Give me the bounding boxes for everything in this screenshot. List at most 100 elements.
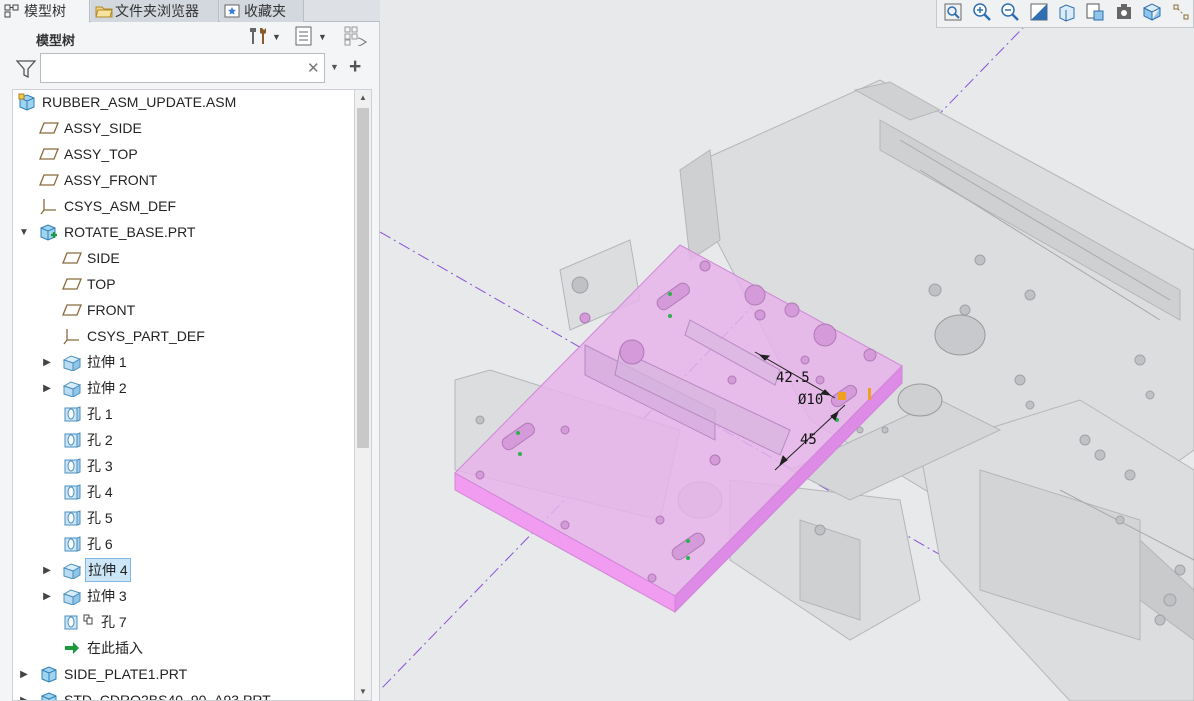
chevron-down-icon[interactable]: ▼	[330, 62, 339, 72]
tree-item[interactable]: ▶ 拉伸 4	[43, 558, 131, 582]
list-icon	[294, 26, 314, 49]
tree-item-label: 拉伸 1	[87, 354, 127, 370]
expand-arrow-icon[interactable]: ▶	[19, 669, 29, 680]
favorites-icon	[224, 4, 240, 18]
filter-icon[interactable]	[15, 60, 37, 79]
folder-icon	[95, 4, 113, 18]
cad-model-render: 42.5 Ø10 45	[380, 0, 1194, 701]
tab-label: 模型树	[24, 3, 66, 19]
refit-button[interactable]	[941, 2, 965, 26]
extrude-icon	[62, 379, 82, 397]
datum-plane-icon	[39, 145, 59, 163]
tree-item[interactable]: CSYS_ASM_DEF	[39, 194, 178, 218]
tree-item[interactable]: ASSY_SIDE	[39, 116, 144, 140]
tree-item[interactable]: 孔 5	[62, 506, 115, 530]
tree-item-label: 孔 1	[87, 406, 113, 422]
tab-folder-browser[interactable]: 文件夹浏览器	[91, 0, 219, 22]
tab-favorites[interactable]: 收藏夹	[220, 0, 304, 22]
tree-item[interactable]: 孔 1	[62, 402, 115, 426]
dimension-45[interactable]: 45	[800, 432, 817, 448]
show-options-button[interactable]: ▼	[294, 26, 327, 48]
tree-item[interactable]: 在此插入	[62, 636, 145, 660]
tree-item[interactable]: 孔 4	[62, 480, 115, 504]
display-style-button[interactable]	[1055, 2, 1079, 26]
collapse-arrow-icon[interactable]: ▼	[19, 227, 29, 238]
perspective-button[interactable]	[1140, 2, 1164, 26]
annotation-display-button[interactable]	[1169, 2, 1193, 26]
zoom-in-button[interactable]	[969, 2, 993, 26]
expand-arrow-icon[interactable]: ▶	[42, 357, 52, 368]
dimension-diameter[interactable]: Ø10	[798, 392, 823, 408]
tree-item-label: FRONT	[87, 302, 136, 318]
model-tree: RUBBER_ASM_UPDATE.ASM ASSY_SIDE ASSY_TOP AS…	[12, 89, 355, 701]
csys-icon	[39, 197, 59, 215]
tree-item[interactable]: 孔 2	[62, 428, 115, 452]
search-row: ✕ ▼ +	[0, 52, 380, 86]
panel-header: 模型树 ▼ ▼	[0, 22, 380, 52]
tree-item[interactable]: ▶ 拉伸 3	[43, 584, 129, 608]
filter-settings-button[interactable]	[344, 26, 368, 48]
tab-model-tree[interactable]: 模型树	[0, 0, 90, 23]
tree-item[interactable]: ASSY_TOP	[39, 142, 140, 166]
tree-item[interactable]: SIDE	[62, 246, 122, 270]
scroll-thumb[interactable]	[357, 108, 369, 448]
tree-item[interactable]: 孔 6	[62, 532, 115, 556]
view-manager-icon	[1114, 2, 1134, 25]
hole-pattern-icon	[62, 613, 96, 631]
view-manager-button[interactable]	[1112, 2, 1136, 26]
close-icon[interactable]: ✕	[307, 59, 320, 77]
graphics-toolbar	[936, 0, 1194, 28]
hole-icon	[62, 457, 82, 475]
add-icon[interactable]: +	[349, 55, 361, 79]
tab-label: 文件夹浏览器	[115, 3, 199, 19]
scroll-down-arrow-icon[interactable]: ▼	[355, 684, 371, 700]
assembly-icon	[17, 93, 37, 111]
extrude-icon	[62, 587, 82, 605]
tree-scrollbar[interactable]: ▲ ▼	[355, 89, 372, 701]
tree-item-label: STD_CDRQ2BS40_90_A93.PRT	[64, 692, 271, 701]
scroll-up-arrow-icon[interactable]: ▲	[355, 90, 371, 106]
expand-arrow-icon[interactable]: ▶	[42, 591, 52, 602]
tree-settings-button[interactable]: ▼	[246, 26, 281, 48]
graphics-viewport[interactable]: 42.5 Ø10 45	[380, 0, 1194, 701]
expand-arrow-icon[interactable]: ▶	[42, 565, 52, 576]
hole-icon	[62, 405, 82, 423]
tree-item[interactable]: ▶ 拉伸 1	[43, 350, 129, 374]
repaint-button[interactable]	[1026, 2, 1050, 26]
tree-item-label: SIDE_PLATE1.PRT	[64, 666, 188, 682]
tree-item[interactable]: CSYS_PART_DEF	[62, 324, 207, 348]
tree-item[interactable]: 孔 3	[62, 454, 115, 478]
expand-arrow-icon[interactable]: ▶	[42, 383, 52, 394]
expand-arrow-icon[interactable]: ▶	[19, 695, 29, 701]
part-icon	[39, 691, 59, 700]
saved-orientations-button[interactable]	[1083, 2, 1107, 26]
tree-item[interactable]: ▼ ROTATE_BASE.PRT	[19, 220, 197, 244]
search-input[interactable]	[40, 53, 325, 83]
model-tree-panel: 模型树 文件夹浏览器 收藏夹 模型树 ▼ ▼ ✕ ▼ + RUBBER_ASM_…	[0, 0, 380, 701]
tree-item-label: 在此插入	[87, 640, 143, 656]
tree-item[interactable]: TOP	[62, 272, 118, 296]
tree-item[interactable]: ▶ STD_CDRQ2BS40_90_A93.PRT	[20, 688, 273, 701]
tree-item[interactable]: ASSY_FRONT	[39, 168, 159, 192]
tree-item-label: ASSY_SIDE	[64, 120, 142, 136]
datum-plane-icon	[39, 171, 59, 189]
dimension-42-5[interactable]: 42.5	[776, 370, 810, 386]
zoom-out-button[interactable]	[998, 2, 1022, 26]
repaint-icon	[1029, 2, 1049, 25]
tree-item-label: ROTATE_BASE.PRT	[64, 224, 196, 240]
chevron-down-icon: ▼	[272, 32, 281, 42]
saved-orientations-icon	[1085, 2, 1105, 25]
refit-icon	[943, 2, 963, 25]
tree-item[interactable]: FRONT	[62, 298, 137, 322]
tree-item[interactable]: RUBBER_ASM_UPDATE.ASM	[17, 90, 238, 114]
tree-item-label: 拉伸 4	[85, 558, 131, 582]
grid-filter-icon	[344, 26, 368, 49]
tree-item[interactable]: ▶ 拉伸 2	[43, 376, 129, 400]
perspective-icon	[1142, 2, 1162, 25]
hole-icon	[62, 509, 82, 527]
tools-icon	[246, 26, 268, 49]
tree-item[interactable]: ▶ SIDE_PLATE1.PRT	[20, 662, 189, 686]
insert-here-arrow-icon	[62, 639, 82, 657]
tree-item[interactable]: 孔 7	[62, 610, 129, 634]
tree-item-label: ASSY_FRONT	[64, 172, 158, 188]
